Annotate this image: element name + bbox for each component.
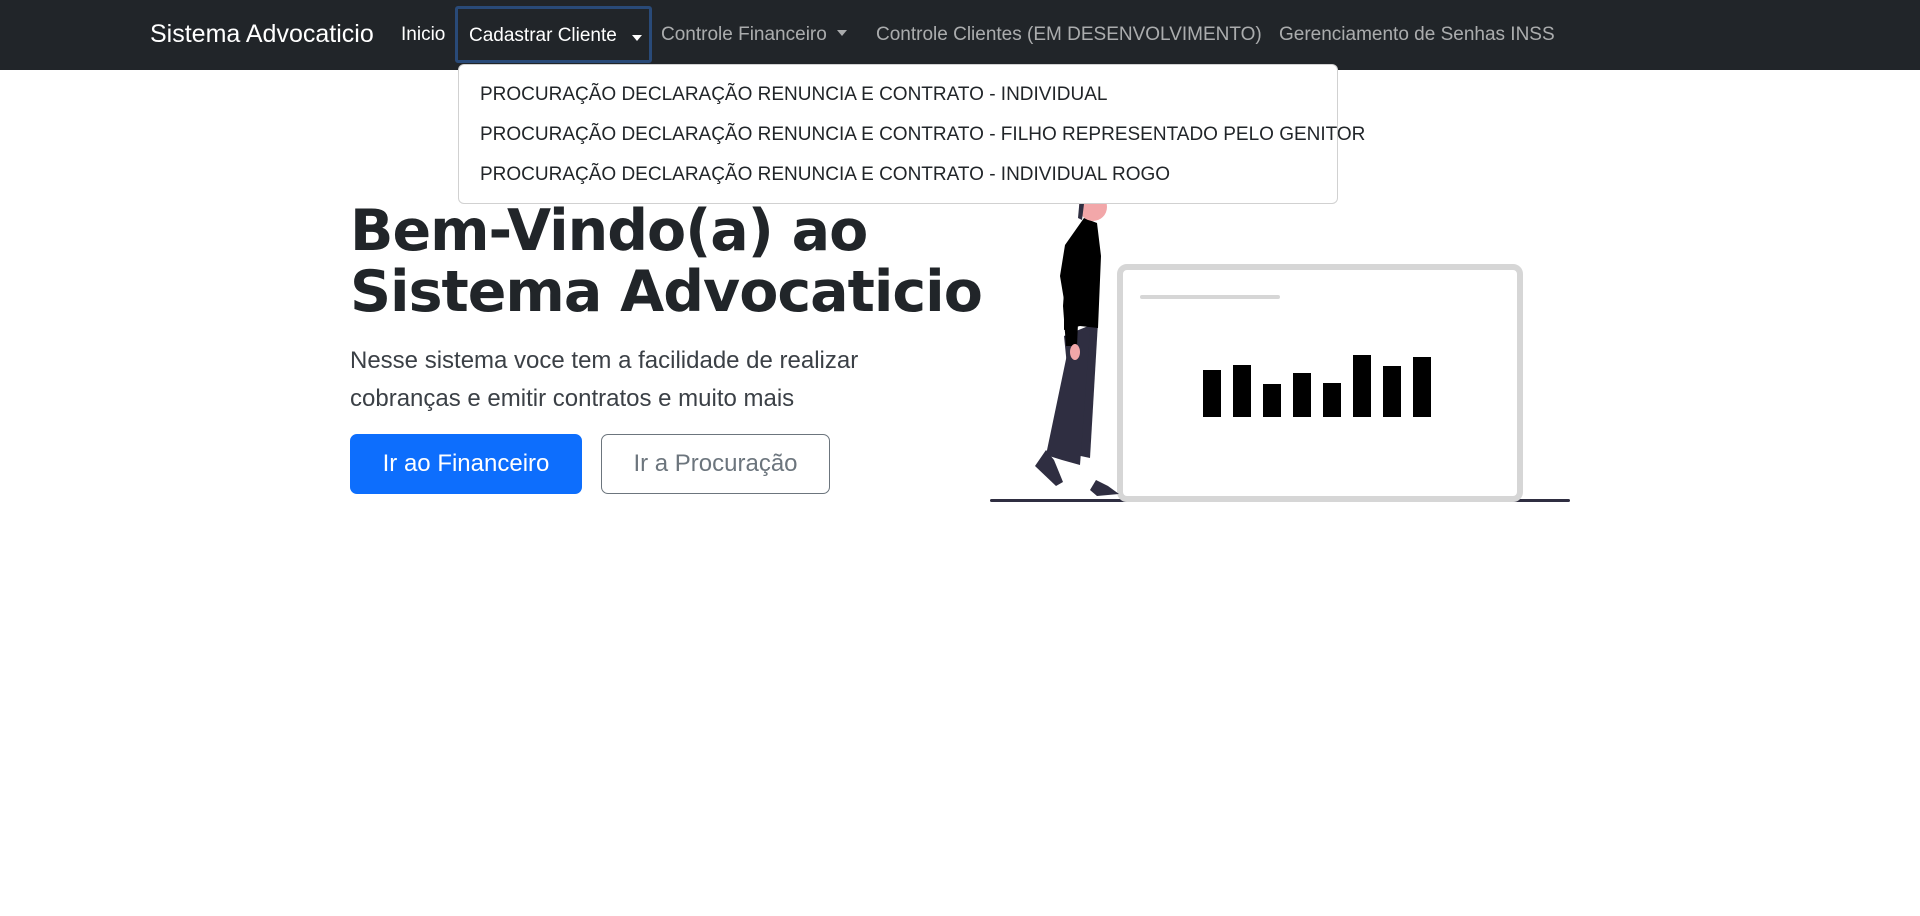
dropdown-item-filho-representado[interactable]: PROCURAÇÃO DECLARAÇÃO RENUNCIA E CONTRAT…	[480, 124, 1365, 146]
go-to-procuracao-button[interactable]: Ir a Procuração	[601, 434, 830, 494]
dropdown-item-individual-rogo[interactable]: PROCURAÇÃO DECLARAÇÃO RENUNCIA E CONTRAT…	[480, 164, 1170, 186]
top-navbar: Sistema Advocaticio Inicio Cadastrar Cli…	[0, 0, 1920, 70]
dropdown-item-individual[interactable]: PROCURAÇÃO DECLARAÇÃO RENUNCIA E CONTRAT…	[480, 84, 1107, 106]
screen-header-bar	[1140, 295, 1280, 299]
walking-person	[1035, 191, 1119, 496]
nav-dropdown-label: Controle Financeiro	[661, 24, 827, 45]
hero-lead-text: Nesse sistema voce tem a facilidade de r…	[350, 347, 859, 412]
person-walking-bar-chart-screen-illustration	[990, 191, 1570, 502]
caret-down-icon	[836, 30, 847, 37]
screen-frame	[1117, 264, 1523, 502]
caret-down-icon	[632, 35, 642, 41]
nav-dropdown-controle-financeiro[interactable]: Controle Financeiro	[661, 24, 847, 46]
hero-title-line-2: Sistema Advocaticio	[350, 259, 983, 325]
go-to-financeiro-button[interactable]: Ir ao Financeiro	[350, 434, 582, 494]
nav-dropdown-cadastrar-cliente[interactable]: Cadastrar Cliente	[455, 6, 652, 63]
nav-dropdown-label: Cadastrar Cliente	[469, 25, 617, 46]
navbar-brand[interactable]: Sistema Advocaticio	[150, 20, 374, 49]
nav-link-inicio[interactable]: Inicio	[401, 24, 445, 46]
cadastrar-cliente-dropdown-menu: PROCURAÇÃO DECLARAÇÃO RENUNCIA E CONTRAT…	[458, 64, 1365, 204]
hero-title-line-1: Bem-Vindo(a) ao	[350, 198, 868, 264]
hero-title: Bem-Vindo(a) ao Sistema Advocaticio	[350, 198, 983, 325]
nav-link-gerenciamento-senhas[interactable]: Gerenciamento de Senhas INSS	[1279, 24, 1555, 46]
nav-link-controle-clientes[interactable]: Controle Clientes (EM DESENVOLVIMENTO)	[876, 24, 1262, 46]
